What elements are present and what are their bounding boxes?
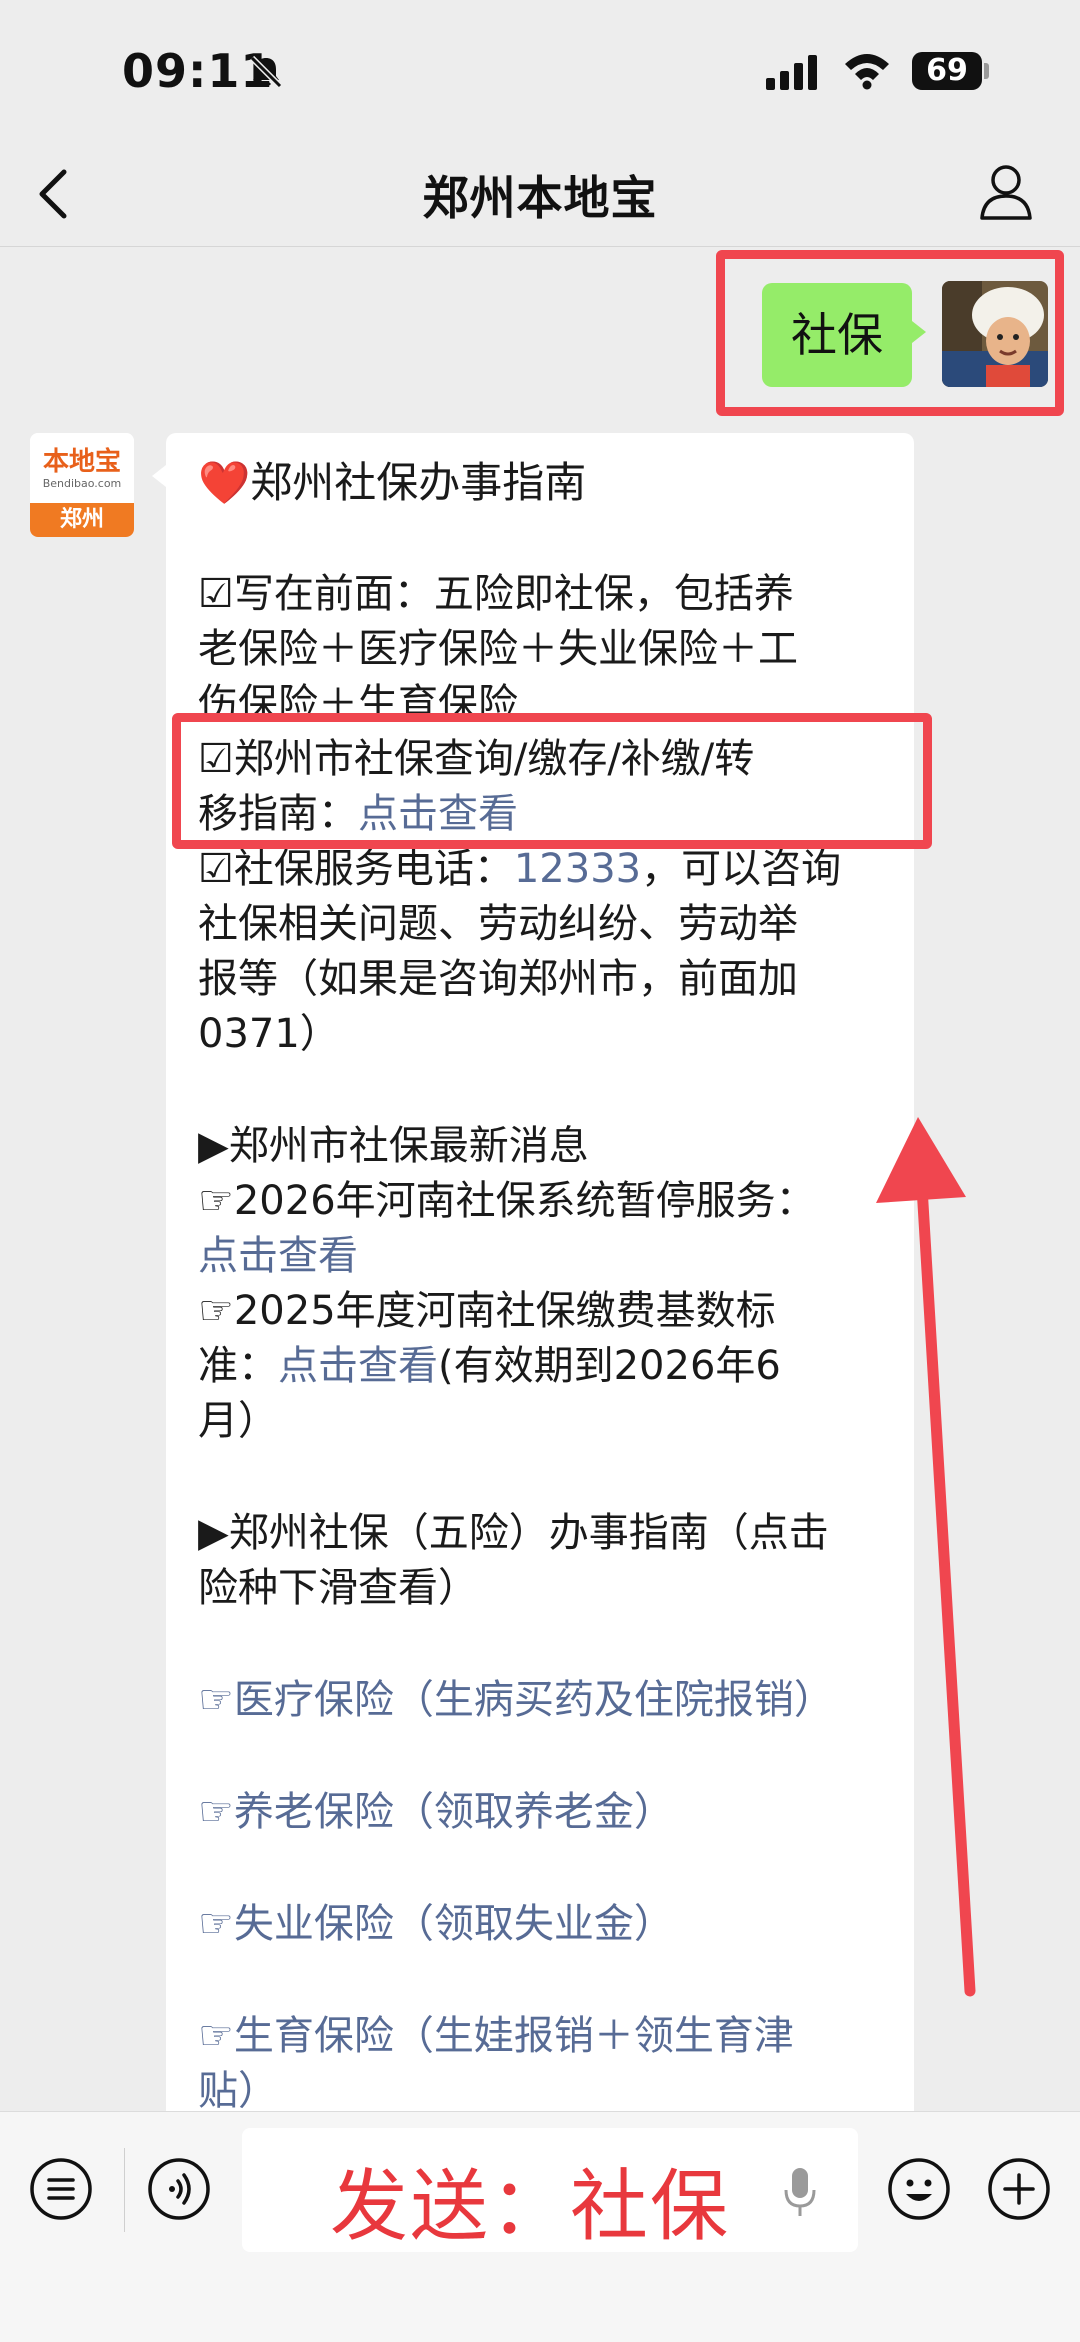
plus-icon[interactable] <box>986 2156 1052 2222</box>
received-message-bubble: ❤️郑州社保办事指南 ☑写在前面：五险即社保，包括养 老保险＋医疗保险＋失业保险… <box>152 433 914 2111</box>
phone-line-4: 0371） <box>198 1011 340 1057</box>
official-account-avatar[interactable]: 本地宝 Bendibao.com 郑州 <box>30 433 134 537</box>
menu-list-icon[interactable] <box>28 2156 94 2222</box>
reply-content: ❤️郑州社保办事指南 ☑写在前面：五险即社保，包括养 老保险＋医疗保险＋失业保险… <box>166 433 914 2111</box>
reply-title: ❤️郑州社保办事指南 <box>198 458 587 507</box>
input-bar: 发送：社保 <box>0 2111 1080 2342</box>
nav-bar: 郑州本地宝 <box>0 140 1080 247</box>
microphone-icon[interactable] <box>782 2166 818 2220</box>
phone-line-2: 社保相关问题、劳动纠纷、劳动举 <box>198 901 798 947</box>
battery-tip <box>984 63 989 79</box>
news-heading: ▶郑州市社保最新消息 <box>198 1123 589 1169</box>
wifi-icon <box>845 54 889 90</box>
annotation-arrow-icon <box>876 1117 976 1997</box>
guide-heading-line-1: ▶郑州社保（五险）办事指南（点击 <box>198 1510 829 1556</box>
chat-title: 郑州本地宝 <box>422 171 658 225</box>
guide-heading-line-2: 险种下滑查看） <box>198 1565 478 1611</box>
logo-city: 郑州 <box>30 503 134 537</box>
annotation-highlight-box <box>172 713 932 849</box>
send-hint-text: 发送：社保 <box>330 2162 731 2252</box>
emoji-icon[interactable] <box>886 2156 952 2222</box>
news-item-1: ☞2026年河南社保系统暂停服务： <box>198 1178 816 1224</box>
user-avatar-photo-icon <box>942 281 1048 387</box>
intro-line-2: 老保险＋医疗保险＋失业保险＋工 <box>198 626 798 672</box>
phone-line-1: ☑社保服务电话：12333，可以咨询 <box>198 842 841 897</box>
news-item-1-link[interactable]: 点击查看 <box>198 1229 358 1284</box>
intro-line-1: ☑写在前面：五险即社保，包括养 <box>198 571 794 617</box>
phone-line-3: 报等（如果是咨询郑州市，前面加 <box>198 956 798 1002</box>
status-bar: 09:11 69 <box>0 0 1080 140</box>
message-input[interactable]: 发送：社保 <box>242 2128 858 2252</box>
cell-signal-icon <box>766 55 817 90</box>
voice-input-icon[interactable] <box>146 2156 212 2222</box>
user-avatar[interactable] <box>942 281 1048 387</box>
pension-insurance-link[interactable]: ☞养老保险（领取养老金） <box>198 1785 674 1840</box>
news-item-2-line-3: 月） <box>198 1398 278 1444</box>
maternity-insurance-link-line-2[interactable]: 贴） <box>198 2064 278 2111</box>
profile-icon[interactable] <box>978 162 1034 222</box>
chat-area[interactable]: 社保 本地宝 Bendibao.com 郑州 ❤️郑州社保办事指南 ☑写在前面：… <box>0 247 1080 2111</box>
logo-main-text: 本地宝 <box>42 447 121 477</box>
battery-indicator: 69 <box>912 52 982 90</box>
news-item-2: ☞2025年度河南社保缴费基数标 <box>198 1288 776 1334</box>
maternity-insurance-link[interactable]: ☞生育保险（生娃报销＋领生育津 <box>198 2009 794 2064</box>
medical-insurance-link[interactable]: ☞医疗保险（生病买药及住院报销） <box>198 1673 834 1728</box>
phone-number-link[interactable]: 12333 <box>514 846 641 892</box>
input-divider <box>124 2148 125 2232</box>
phone-prefix: ☑社保服务电话： <box>198 846 514 892</box>
bell-mute-icon <box>249 55 283 89</box>
news-item-2-line-2: 准：点击查看(有效期到2026年6 <box>198 1339 781 1394</box>
sent-message-bubble[interactable]: 社保 <box>762 283 926 387</box>
logo-top: 本地宝 Bendibao.com <box>30 433 134 503</box>
sent-message-row: 社保 <box>0 247 1080 427</box>
unemployment-insurance-link[interactable]: ☞失业保险（领取失业金） <box>198 1897 674 1952</box>
news-item-2-prefix: 准： <box>198 1343 278 1389</box>
logo-sub-text: Bendibao.com <box>42 477 122 490</box>
phone-suffix: ，可以咨询 <box>641 846 842 892</box>
news-item-2-suffix: (有效期到2026年6 <box>438 1343 781 1389</box>
news-item-2-link[interactable]: 点击查看 <box>278 1343 438 1389</box>
